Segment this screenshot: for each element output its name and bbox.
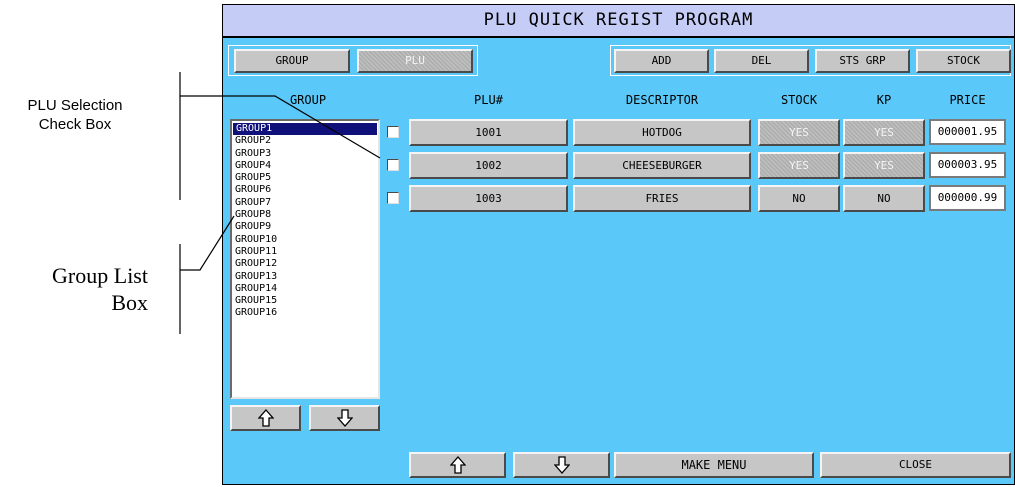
plu-number-cell[interactable]: 1002 [409,152,568,179]
stock-toggle[interactable]: NO [758,185,840,212]
kp-toggle[interactable]: YES [843,119,925,146]
group-list-item[interactable]: GROUP9 [232,221,378,233]
plu-selection-annotation-line1: PLU Selection [27,97,123,114]
kp-toggle[interactable]: YES [843,152,925,179]
price-field[interactable]: 000003.95 [929,152,1006,178]
descriptor-cell[interactable]: HOTDOG [573,119,751,146]
plu-quick-regist-screen: PLU QUICK REGIST PROGRAM GROUP PLU ADD D… [222,4,1015,485]
page-up-button[interactable] [409,452,506,478]
group-list-item[interactable]: GROUP6 [232,184,378,196]
plu-selection-annotation: PLU Selection Check Box [0,96,150,134]
group-list-item[interactable]: GROUP5 [232,172,378,184]
group-header: GROUP [289,93,327,107]
stock-button[interactable]: STOCK [916,49,1011,73]
plu-selection-checkbox[interactable] [387,126,399,138]
del-button[interactable]: DEL [714,49,809,73]
group-scroll-down-button[interactable] [309,405,380,431]
group-list-item[interactable]: GROUP10 [232,234,378,246]
kp-header: KP [876,93,892,107]
down-arrow-icon [336,409,353,427]
up-arrow-icon [449,456,466,474]
kp-toggle[interactable]: NO [843,185,925,212]
stock-header: STOCK [780,93,818,107]
close-button[interactable]: CLOSE [820,452,1011,478]
group-list-item[interactable]: GROUP15 [232,295,378,307]
plu-selection-annotation-line2: Check Box [38,116,112,133]
group-list-item[interactable]: GROUP16 [232,307,378,319]
group-list-item[interactable]: GROUP8 [232,209,378,221]
group-list-item[interactable]: GROUP1 [233,123,377,136]
plu-header: PLU# [474,93,503,107]
stock-toggle[interactable]: YES [758,152,840,179]
plu-number-cell[interactable]: 1003 [409,185,568,212]
plu-number-cell[interactable]: 1001 [409,119,568,146]
group-list-item[interactable]: GROUP11 [232,246,378,258]
tab-plu[interactable]: PLU [357,49,473,73]
page-down-button[interactable] [513,452,610,478]
descriptor-cell[interactable]: FRIES [573,185,751,212]
add-button[interactable]: ADD [614,49,709,73]
sts-grp-button[interactable]: STS GRP [815,49,910,73]
group-list-item[interactable]: GROUP13 [232,271,378,283]
plu-selection-checkbox[interactable] [387,192,399,204]
descriptor-cell[interactable]: CHEESEBURGER [573,152,751,179]
price-field[interactable]: 000001.95 [929,119,1006,145]
plu-selection-checkbox[interactable] [387,159,399,171]
stock-toggle[interactable]: YES [758,119,840,146]
group-scroll-up-button[interactable] [230,405,301,431]
descriptor-header: DESCRIPTOR [625,93,699,107]
group-list-item[interactable]: GROUP12 [232,258,378,270]
price-field[interactable]: 000000.99 [929,185,1006,211]
group-list-box[interactable]: GROUP1 GROUP2 GROUP3 GROUP4 GROUP5 GROUP… [230,119,380,399]
group-list-item[interactable]: GROUP14 [232,283,378,295]
up-arrow-icon [257,409,274,427]
group-list-item[interactable]: GROUP4 [232,160,378,172]
group-list-annotation: Group List Box [20,262,148,316]
group-list-item[interactable]: GROUP2 [232,135,378,147]
tab-group[interactable]: GROUP [234,49,350,73]
window-title: PLU QUICK REGIST PROGRAM [223,5,1014,38]
price-header: PRICE [949,93,986,107]
group-list-item[interactable]: GROUP7 [232,197,378,209]
group-list-item[interactable]: GROUP3 [232,148,378,160]
down-arrow-icon [553,456,570,474]
make-menu-button[interactable]: MAKE MENU [614,452,814,478]
group-list-annotation-line2: Box [111,290,148,315]
group-list-annotation-line1: Group List [52,263,148,288]
